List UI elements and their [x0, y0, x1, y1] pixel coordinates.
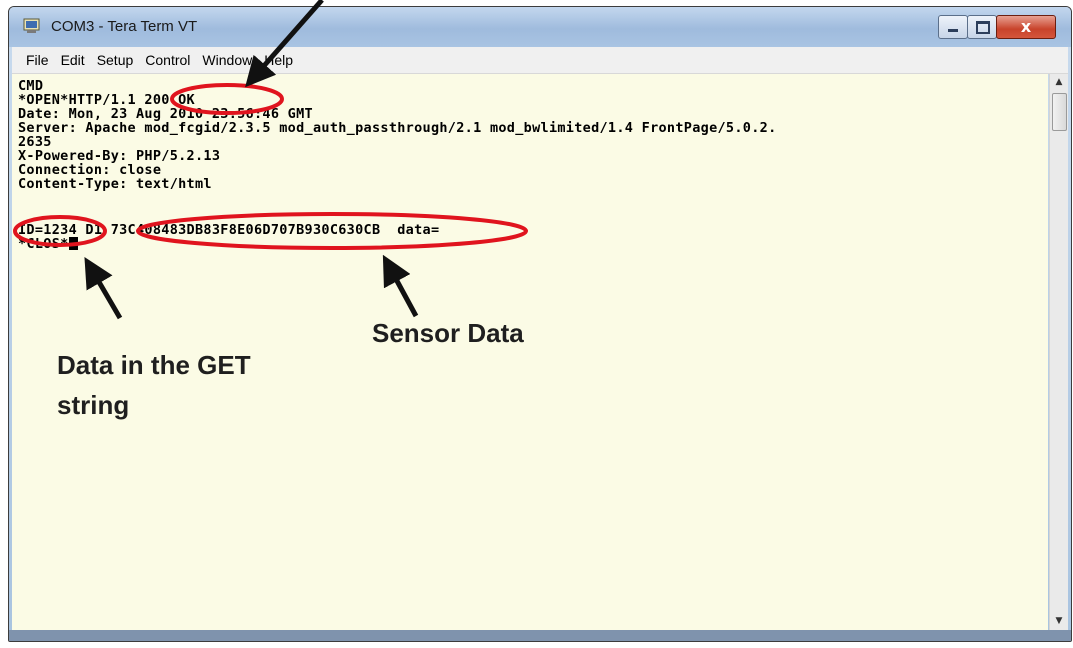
window-title: COM3 - Tera Term VT: [51, 18, 198, 35]
get-string-label-line2: string: [57, 390, 130, 420]
scrollbar-thumb[interactable]: [1052, 93, 1067, 131]
scroll-up-arrow-icon[interactable]: ▲: [1050, 74, 1068, 91]
close-icon: x: [1020, 17, 1032, 36]
terminal-line: *CLOS*: [18, 236, 69, 252]
text-cursor: [68, 237, 78, 250]
title-bar[interactable]: COM3 - Tera Term VT x: [9, 7, 1071, 47]
minimize-icon: [948, 29, 958, 32]
terminal-prompt-line: *CLOS*: [18, 236, 78, 252]
minimize-button[interactable]: [938, 15, 968, 39]
terminal-line: Content-Type: text/html: [18, 176, 212, 192]
taskbar-strip: [9, 630, 1071, 641]
tera-term-window: COM3 - Tera Term VT x File Edit Setup Contr…: [8, 6, 1072, 642]
close-button[interactable]: x: [996, 15, 1056, 39]
menu-control[interactable]: Control: [139, 47, 196, 73]
sensor-data-label: Sensor Data: [372, 318, 524, 348]
tera-term-app-icon: [23, 18, 40, 33]
menu-setup[interactable]: Setup: [91, 47, 140, 73]
terminal-line: ID=1234 D1 73C408483DB83F8E06D707B930C63…: [18, 222, 440, 238]
menu-bar: File Edit Setup Control Window Help: [12, 47, 1068, 74]
maximize-icon: [976, 21, 990, 34]
menu-help[interactable]: Help: [258, 47, 299, 73]
terminal-line: Server: Apache mod_fcgid/2.3.5 mod_auth_…: [18, 120, 777, 136]
scroll-down-arrow-icon[interactable]: ▼: [1050, 613, 1068, 630]
menu-window[interactable]: Window: [196, 47, 258, 73]
maximize-button[interactable]: [967, 15, 997, 39]
menu-edit[interactable]: Edit: [55, 47, 91, 73]
get-string-label-line1: Data in the GET: [57, 350, 251, 380]
menu-file[interactable]: File: [20, 47, 55, 73]
vertical-scrollbar[interactable]: ▲ ▼: [1049, 74, 1068, 630]
